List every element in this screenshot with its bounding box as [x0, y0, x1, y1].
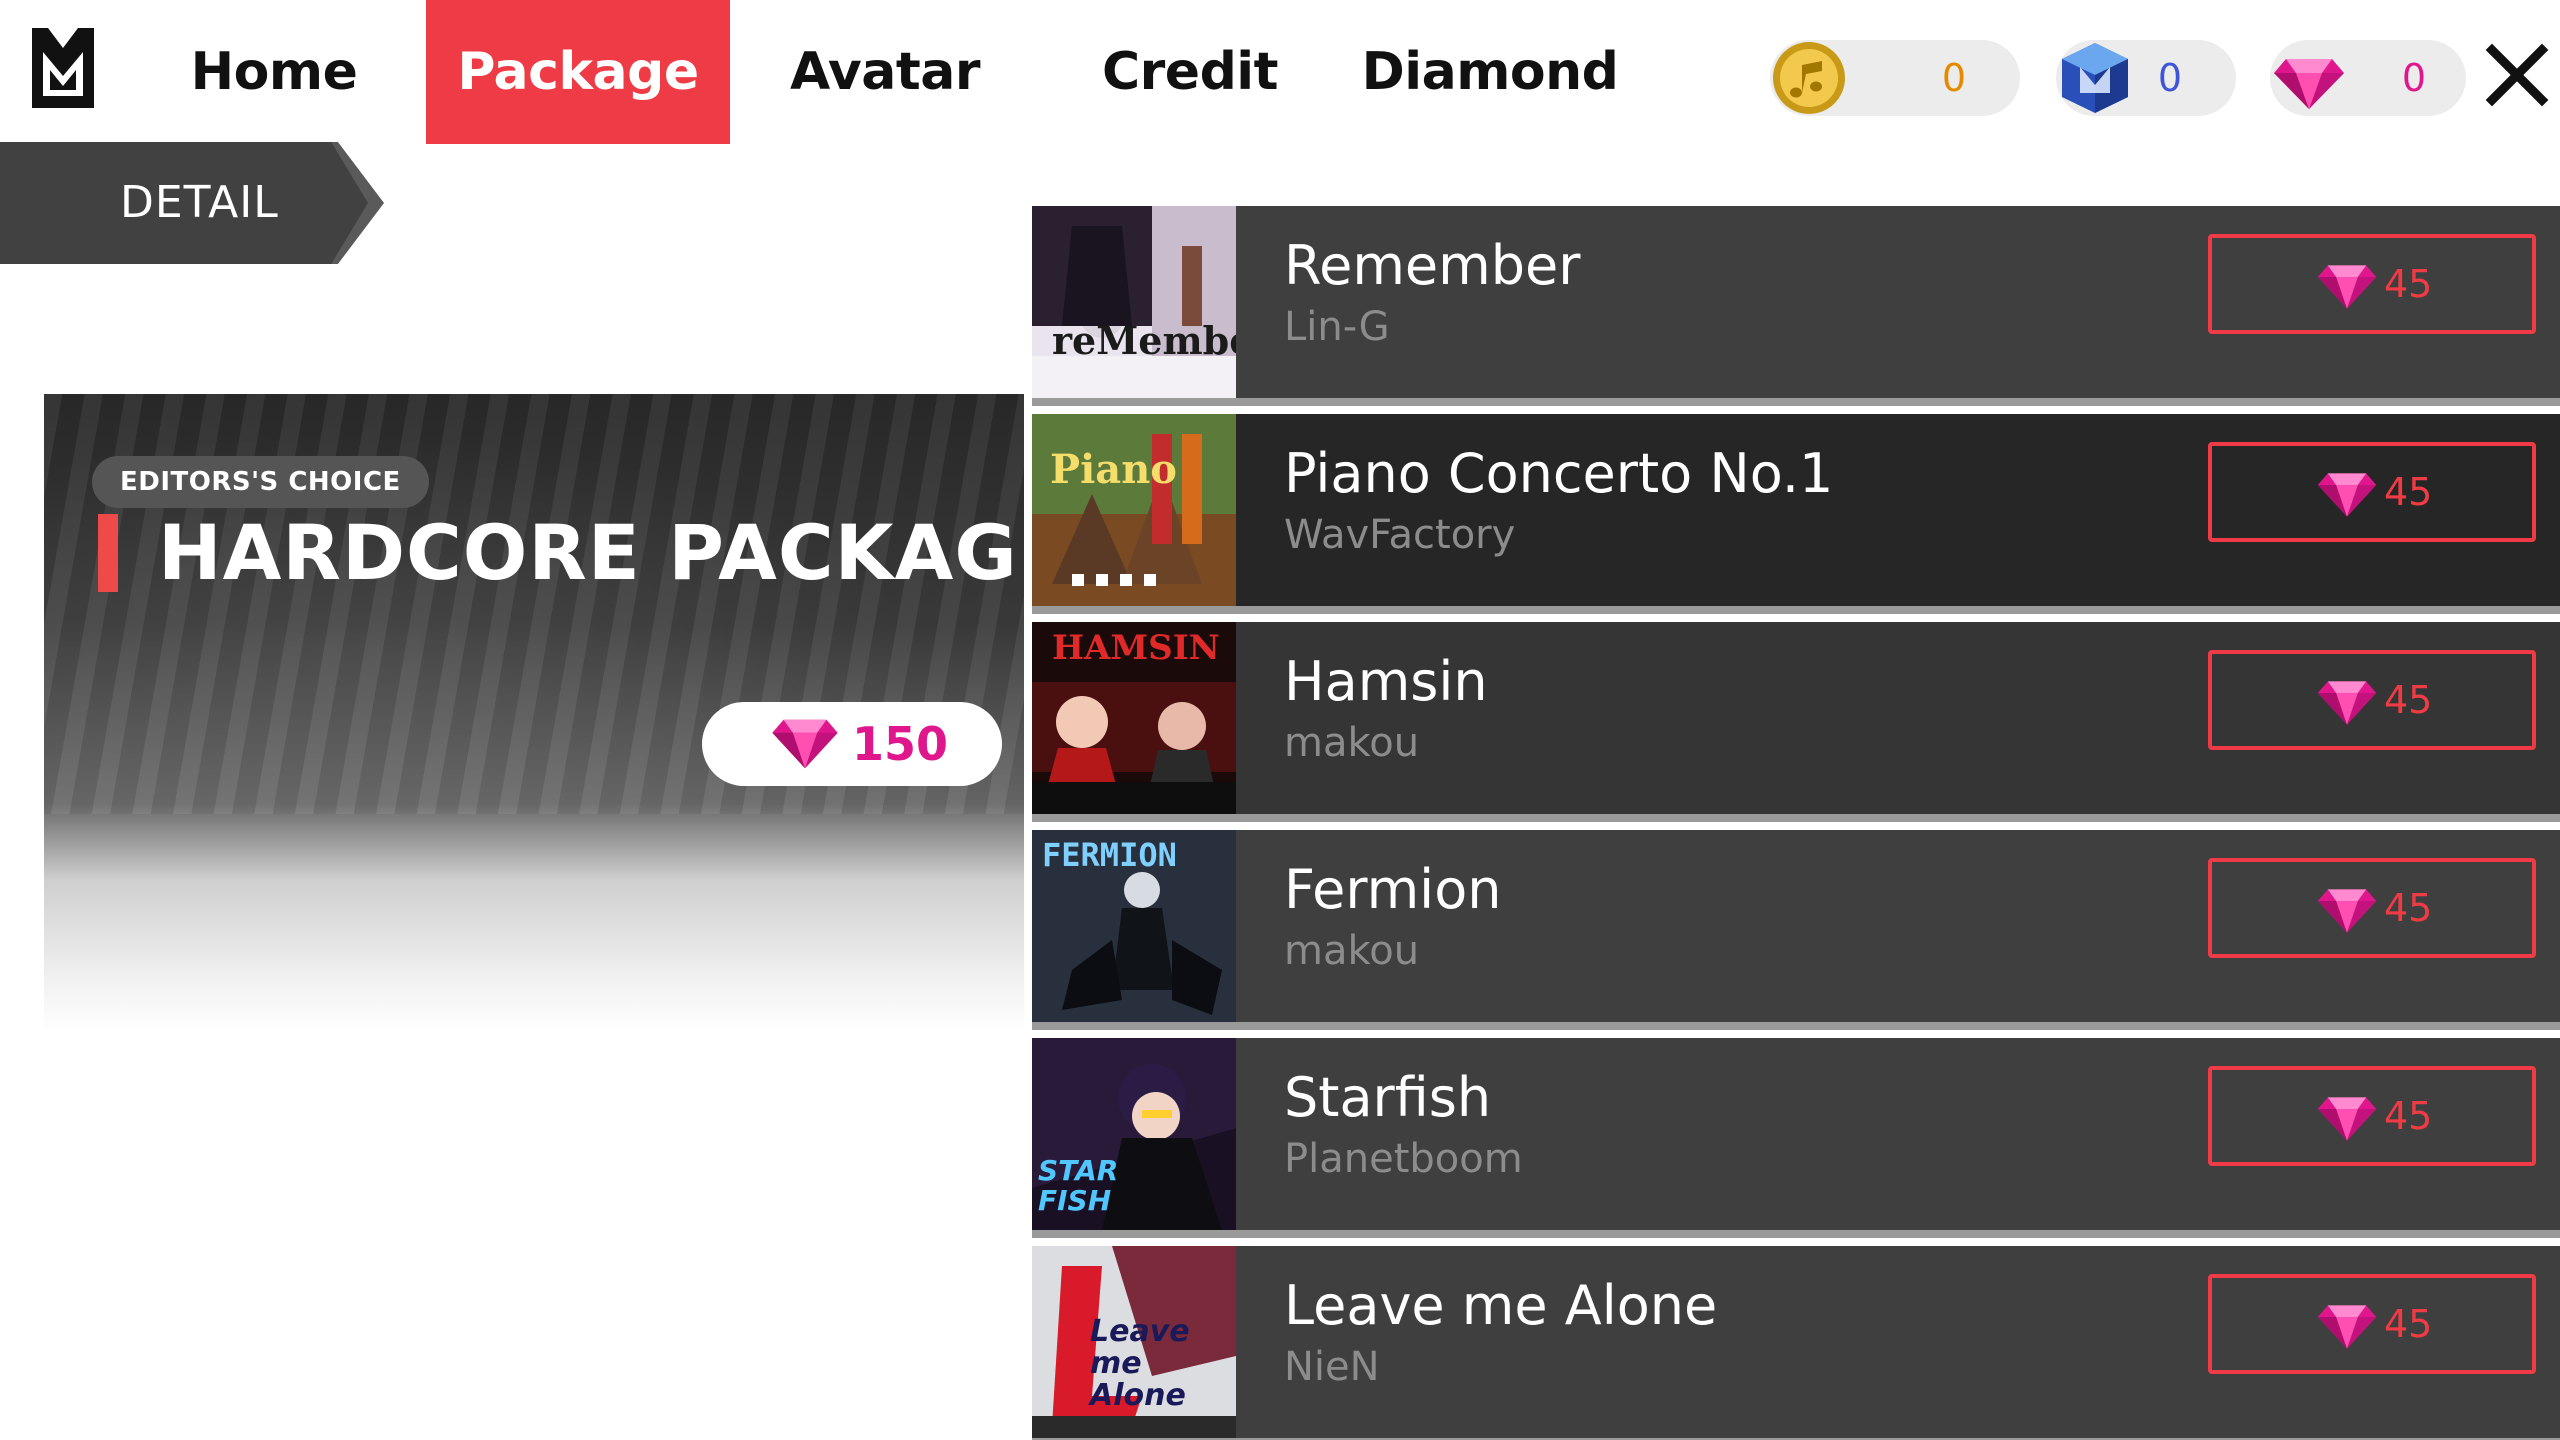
title-accent-bar	[98, 514, 118, 592]
logo-icon[interactable]	[28, 24, 98, 112]
cube-value: 0	[2157, 56, 2182, 100]
package-title: HARDCORE PACKAGE 4	[158, 508, 1152, 597]
buy-button[interactable]: 45	[2208, 442, 2536, 542]
buy-button[interactable]: 45	[2208, 234, 2536, 334]
song-title: Remember	[1284, 234, 1581, 297]
song-price: 45	[2384, 470, 2433, 514]
blue-cube-icon	[2062, 43, 2128, 113]
cover-text: Piano	[1050, 446, 1177, 493]
song-row-piano-concerto[interactable]: Piano Piano Concerto No.1 WavFactory 45	[1032, 414, 2560, 614]
package-buy-button[interactable]: 150	[702, 702, 1002, 786]
cover-text: Leave me Alone	[1090, 1314, 1190, 1413]
song-cover: Leave me Alone	[1032, 1246, 1236, 1438]
song-price: 45	[2384, 262, 2433, 306]
buy-button[interactable]: 45	[2208, 858, 2536, 958]
song-artist: Lin-G	[1284, 304, 1390, 350]
song-cover: reMember	[1032, 206, 1236, 398]
diamond-icon	[2317, 889, 2377, 933]
song-cover: STAR FISH	[1032, 1038, 1236, 1230]
song-row-leave-me-alone[interactable]: Leave me Alone Leave me Alone NieN 45	[1032, 1246, 2560, 1440]
song-artist: makou	[1284, 720, 1420, 766]
song-row-fermion[interactable]: FERMION Fermion makou 45	[1032, 830, 2560, 1030]
song-list: reMember Remember Lin-G 45	[1032, 206, 2560, 1440]
top-nav-bar: Home Package Avatar Credit Diamond 0 0 0	[0, 0, 2560, 144]
song-price: 45	[2384, 1094, 2433, 1138]
diamond-value: 0	[2401, 56, 2426, 100]
diamond-icon	[2317, 1097, 2377, 1141]
song-artist: Planetboom	[1284, 1136, 1523, 1182]
song-title: Leave me Alone	[1284, 1274, 1718, 1337]
tab-avatar[interactable]: Avatar	[730, 0, 1040, 144]
diamond-icon	[2317, 473, 2377, 517]
diamond-balance: 0	[2270, 40, 2466, 116]
tab-package[interactable]: Package	[426, 0, 730, 144]
diamond-icon	[2317, 1305, 2377, 1349]
song-price: 45	[2384, 886, 2433, 930]
song-cover: Piano	[1032, 414, 1236, 606]
song-title: Fermion	[1284, 858, 1502, 921]
close-icon[interactable]	[2484, 42, 2550, 108]
gold-value: 0	[1941, 56, 1966, 100]
song-artist: NieN	[1284, 1344, 1380, 1390]
diamond-icon	[2274, 59, 2344, 109]
tab-home[interactable]: Home	[150, 0, 398, 144]
song-row-starfish[interactable]: STAR FISH Starfish Planetboom 45	[1032, 1038, 2560, 1238]
song-artist: WavFactory	[1284, 512, 1516, 558]
diamond-icon	[2317, 681, 2377, 725]
song-price: 45	[2384, 1302, 2433, 1346]
cube-balance: 0	[2056, 40, 2236, 116]
buy-button[interactable]: 45	[2208, 650, 2536, 750]
song-artist: makou	[1284, 928, 1420, 974]
tab-diamond[interactable]: Diamond	[1340, 0, 1640, 144]
song-cover: HAMSIN	[1032, 622, 1236, 814]
cover-text: reMember	[1052, 318, 1236, 363]
tab-credit[interactable]: Credit	[1040, 0, 1340, 144]
shop-screen: Home Package Avatar Credit Diamond 0 0 0…	[0, 0, 2560, 1440]
song-title: Piano Concerto No.1	[1284, 442, 1834, 505]
song-price: 45	[2384, 678, 2433, 722]
buy-button[interactable]: 45	[2208, 1274, 2536, 1374]
song-row-remember[interactable]: reMember Remember Lin-G 45	[1032, 206, 2560, 406]
diamond-icon	[772, 719, 838, 769]
package-price: 150	[852, 717, 949, 771]
cover-text: FERMION	[1042, 836, 1177, 874]
gold-balance: 0	[1770, 40, 2020, 116]
song-row-hamsin[interactable]: HAMSIN Hamsin makou 45	[1032, 622, 2560, 822]
editors-choice-badge: EDITORS'S CHOICE	[92, 456, 429, 508]
gold-coin-icon	[1773, 42, 1845, 114]
detail-tab-label: DETAIL	[120, 177, 279, 228]
diamond-icon	[2317, 265, 2377, 309]
cover-text: HAMSIN	[1052, 628, 1220, 668]
song-title: Starfish	[1284, 1066, 1492, 1129]
song-title: Hamsin	[1284, 650, 1488, 713]
cover-text: STAR FISH	[1038, 1154, 1119, 1217]
song-cover: FERMION	[1032, 830, 1236, 1022]
buy-button[interactable]: 45	[2208, 1066, 2536, 1166]
